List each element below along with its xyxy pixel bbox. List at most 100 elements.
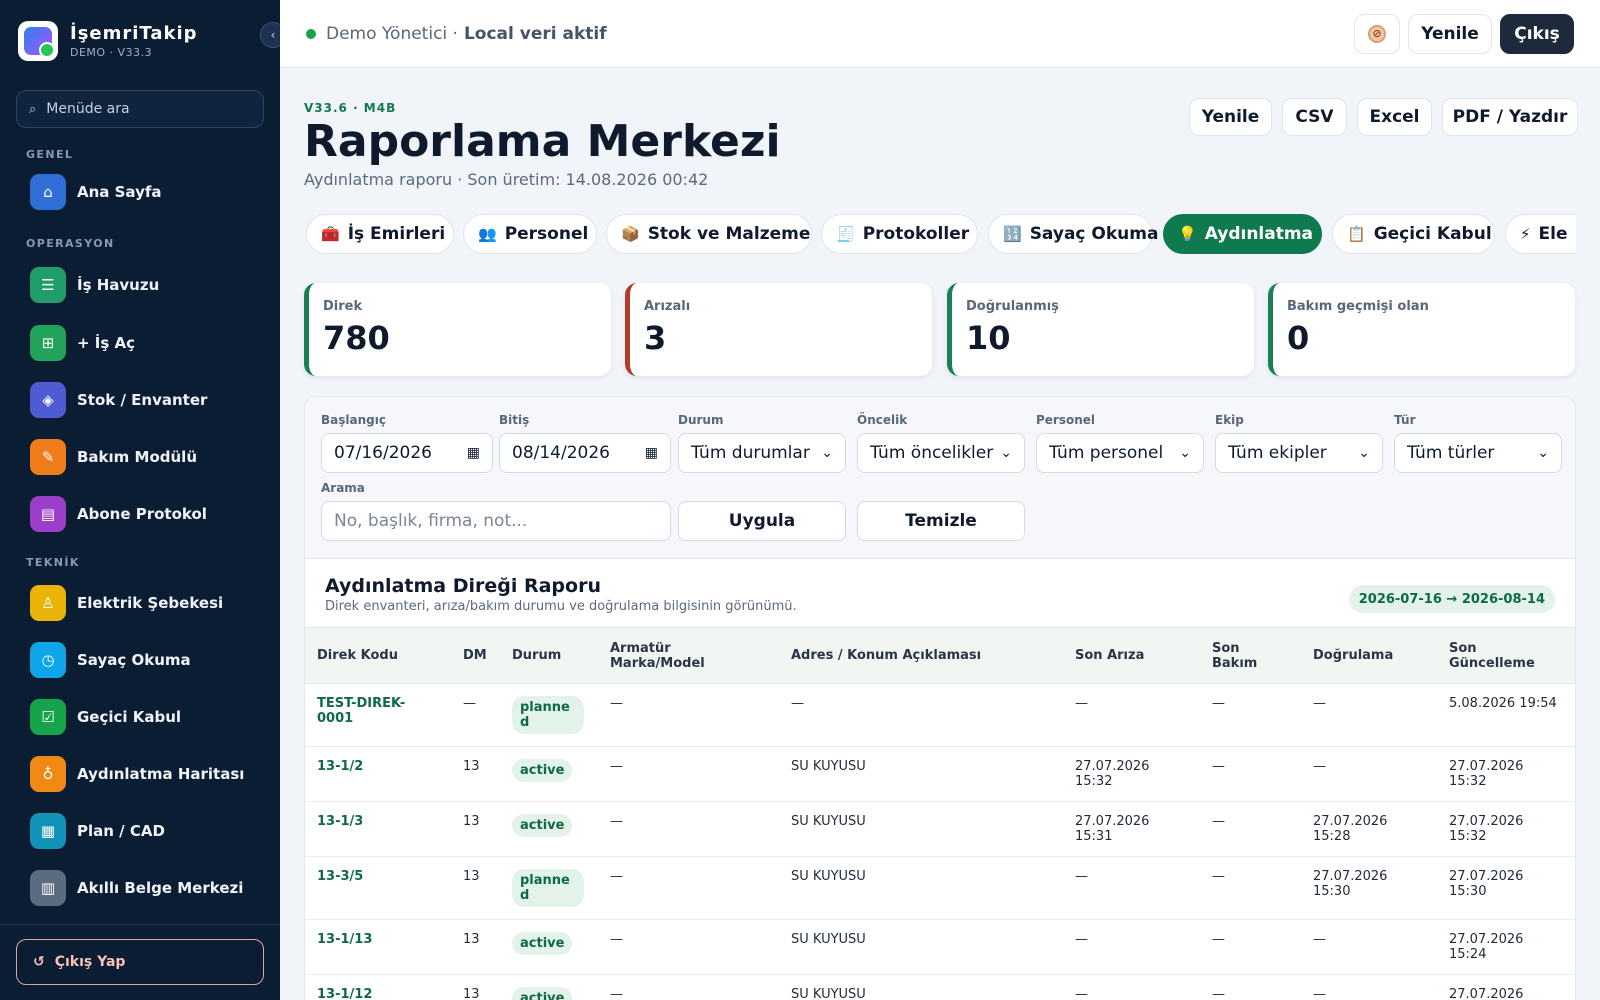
pdf-print-button[interactable]: PDF / Yazdır (1442, 98, 1578, 136)
verification-cell: — (1301, 683, 1437, 747)
sidebar-item-subscriber-protocol[interactable]: ▤ Abone Protokol (30, 496, 270, 532)
priority-value: Tüm öncelikler (870, 443, 994, 463)
tab-protocols[interactable]: 🧾 Protokoller (821, 214, 978, 254)
plus-icon: ⊞ (30, 325, 66, 361)
list-icon: ☰ (30, 267, 66, 303)
sidebar-item-label: İş Havuzu (77, 276, 160, 294)
col-verification[interactable]: Doğrulama (1301, 627, 1437, 684)
col-dm[interactable]: DM (451, 627, 500, 684)
tower-icon: ♙ (30, 585, 66, 621)
file-icon: ▥ (30, 870, 66, 906)
report-tabs: 🧰 İş Emirleri 👥 Personel 📦 Stok ve Malzeme … (304, 214, 1576, 256)
table-row[interactable]: TEST-DIREK-0001 — planned — — — — — 5.08… (305, 683, 1575, 747)
report-search-input[interactable]: No, başlık, firma, not... (321, 501, 671, 541)
sidebar-item-plan-cad[interactable]: ▦ Plan / CAD (30, 813, 270, 849)
pole-code-link[interactable]: TEST-DIREK-0001 (305, 683, 451, 747)
sidebar-item-temporary-acceptance[interactable]: ☑ Geçici Kabul (30, 699, 270, 735)
pole-code-link[interactable]: 13-3/5 (305, 856, 451, 920)
sidebar-item-new-work[interactable]: ⊞ + İş Aç (30, 325, 270, 361)
last-maintenance-cell: — (1200, 746, 1301, 802)
menu-search-input[interactable]: ⌕ Menüde ara (16, 90, 264, 128)
notification-button[interactable]: ⊘ (1354, 14, 1400, 54)
col-status[interactable]: Durum (500, 627, 598, 684)
logout-icon: ↺ (33, 954, 45, 970)
last-update-cell: 27.07.2026 15:24 (1437, 919, 1575, 975)
team-label: Ekip (1215, 413, 1244, 427)
sidebar-item-lighting-map[interactable]: ♁ Aydınlatma Haritası (30, 756, 270, 792)
dm-cell: 13 (451, 856, 500, 920)
armature-cell: — (598, 974, 779, 1000)
chevron-down-icon: ⌄ (1537, 445, 1549, 461)
brand[interactable]: İşemriTakip DEMO · V33.3 (18, 21, 198, 61)
table-row[interactable]: 13-1/12 13 active — SU KUYUSU — — — 27.0… (305, 974, 1575, 1000)
tab-electric[interactable]: ⚡ Ele (1505, 214, 1576, 254)
box-icon: ◈ (30, 382, 66, 418)
start-date-input[interactable]: 07/16/2026 ▦ (321, 433, 493, 473)
chevron-down-icon: ⌄ (1000, 445, 1012, 461)
pole-code-link[interactable]: 13-1/13 (305, 919, 451, 975)
tab-stock-material[interactable]: 📦 Stok ve Malzeme (606, 214, 812, 254)
clear-button[interactable]: Temizle (857, 501, 1025, 541)
table-row[interactable]: 13-1/13 13 active — SU KUYUSU — — — 27.0… (305, 919, 1575, 975)
status-badge: active (512, 814, 573, 837)
priority-select[interactable]: Tüm öncelikler ⌄ (857, 433, 1025, 473)
gauge-icon: ◷ (30, 642, 66, 678)
tab-lighting[interactable]: 💡 Aydınlatma (1163, 214, 1322, 254)
status-label: Durum (678, 413, 724, 427)
address-cell: SU KUYUSU (779, 856, 1063, 920)
end-date-input[interactable]: 08/14/2026 ▦ (499, 433, 671, 473)
team-select[interactable]: Tüm ekipler ⌄ (1215, 433, 1383, 473)
table-row[interactable]: 13-3/5 13 planned — SU KUYUSU — — 27.07.… (305, 856, 1575, 920)
sidebar-item-stock[interactable]: ◈ Stok / Envanter (30, 382, 270, 418)
status-badge: active (512, 987, 573, 1000)
dm-cell: 13 (451, 801, 500, 857)
sidebar-item-meter-reading[interactable]: ◷ Sayaç Okuma (30, 642, 270, 678)
type-select[interactable]: Tüm türler ⌄ (1394, 433, 1562, 473)
sidebar-item-work-pool[interactable]: ☰ İş Havuzu (30, 267, 270, 303)
bulb-icon: ♁ (30, 756, 66, 792)
armature-cell: — (598, 856, 779, 920)
status-select[interactable]: Tüm durumlar ⌄ (678, 433, 846, 473)
col-last-fault[interactable]: Son Arıza (1063, 627, 1200, 684)
logout-button[interactable]: ↺ Çıkış Yap (16, 939, 264, 985)
last-fault-cell: 27.07.2026 15:32 (1063, 746, 1200, 802)
sidebar-item-label: Ana Sayfa (77, 183, 162, 201)
col-armature[interactable]: Armatür Marka/Model (598, 627, 779, 684)
table-row[interactable]: 13-1/2 13 active — SU KUYUSU 27.07.2026 … (305, 746, 1575, 802)
brand-title: İşemriTakip (70, 23, 198, 44)
pole-code-link[interactable]: 13-1/12 (305, 974, 451, 1000)
search-label: Arama (321, 481, 365, 495)
table-row[interactable]: 13-1/3 13 active — SU KUYUSU 27.07.2026 … (305, 801, 1575, 857)
topbar-refresh-button[interactable]: Yenile (1408, 14, 1492, 54)
section-label-operasyon: OPERASYON (26, 237, 115, 250)
blueprint-icon: ▦ (30, 813, 66, 849)
tab-work-orders[interactable]: 🧰 İş Emirleri (306, 214, 454, 254)
tab-meter-reading[interactable]: 🔢 Sayaç Okuma (988, 214, 1158, 254)
dm-cell: 13 (451, 746, 500, 802)
sidebar-item-home[interactable]: ⌂ Ana Sayfa (30, 174, 270, 210)
dm-cell: 13 (451, 974, 500, 1000)
status-cell: planned (500, 856, 598, 920)
col-address[interactable]: Adres / Konum Açıklaması (779, 627, 1063, 684)
csv-button[interactable]: CSV (1282, 98, 1347, 136)
page-subtitle: Aydınlatma raporu · Son üretim: 14.08.20… (304, 170, 709, 189)
sidebar-item-electric-grid[interactable]: ♙ Elektrik Şebekesi (30, 585, 270, 621)
excel-button[interactable]: Excel (1357, 98, 1432, 136)
tab-personnel[interactable]: 👥 Personel (463, 214, 597, 254)
sidebar-item-document-center[interactable]: ▥ Akıllı Belge Merkezi (30, 870, 270, 906)
apply-button[interactable]: Uygula (678, 501, 846, 541)
pole-code-link[interactable]: 13-1/3 (305, 801, 451, 857)
sidebar-item-maintenance[interactable]: ✎ Bakım Modülü (30, 439, 270, 475)
stat-value: 3 (644, 319, 667, 357)
refresh-button[interactable]: Yenile (1189, 98, 1272, 136)
col-pole-code[interactable]: Direk Kodu (305, 627, 451, 684)
col-last-update[interactable]: Son Güncelleme (1437, 627, 1575, 684)
col-last-maintenance[interactable]: Son Bakım (1200, 627, 1301, 684)
tab-temporary-acceptance[interactable]: 📋 Geçici Kabul (1332, 214, 1495, 254)
sidebar-item-label: Geçici Kabul (77, 708, 182, 726)
tab-label: Aydınlatma (1204, 224, 1314, 244)
stat-value: 780 (323, 319, 390, 357)
pole-code-link[interactable]: 13-1/2 (305, 746, 451, 802)
topbar-exit-button[interactable]: Çıkış (1500, 14, 1574, 54)
staff-select[interactable]: Tüm personel ⌄ (1036, 433, 1204, 473)
